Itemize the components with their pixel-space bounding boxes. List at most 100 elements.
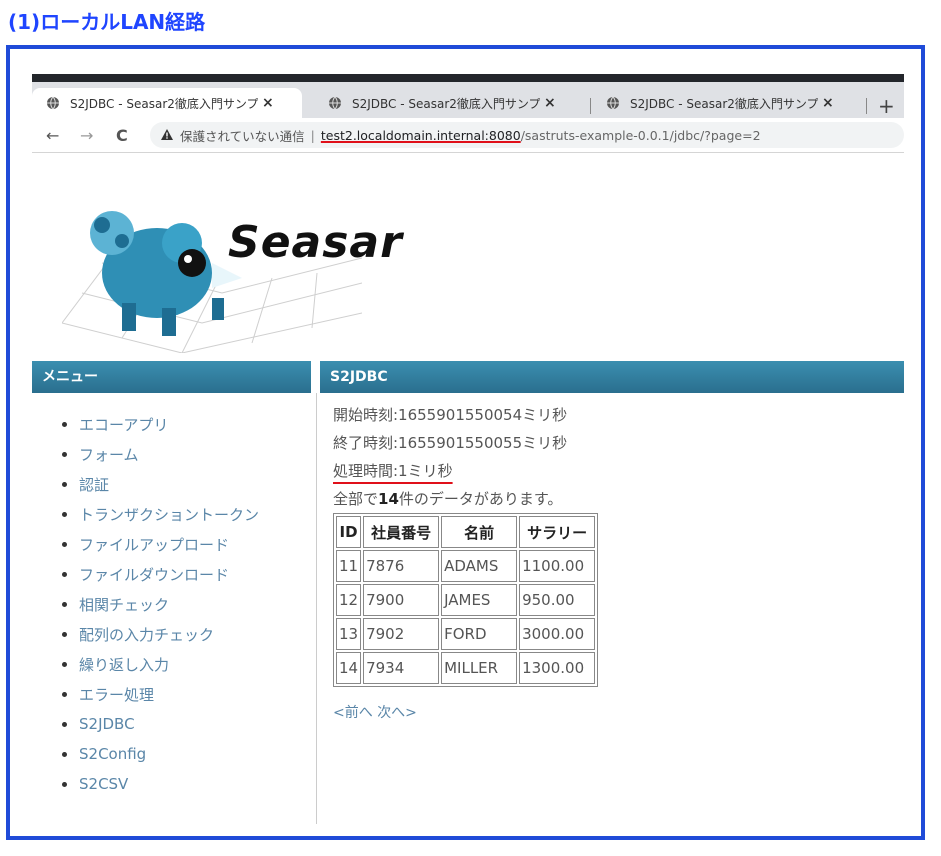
bullet-icon xyxy=(62,721,67,727)
table-cell: 11 xyxy=(336,550,362,582)
menu-link[interactable]: フォーム xyxy=(79,444,139,465)
record-count: 全部で14件のデータがあります。 xyxy=(333,485,567,513)
menu-item[interactable]: フォーム xyxy=(62,439,259,469)
tab-3[interactable]: S2JDBC - Seasar2徹底入門サンプル × xyxy=(592,88,862,118)
globe-icon xyxy=(47,96,59,110)
tab-title: S2JDBC - Seasar2徹底入門サンプル xyxy=(352,96,540,111)
logo-text: Seasar xyxy=(228,217,403,268)
elapsed-time: 処理時間:1ミリ秒 xyxy=(333,462,453,480)
bullet-icon xyxy=(62,571,67,577)
menu-link[interactable]: S2CSV xyxy=(79,775,128,793)
count-suffix: 件のデータがあります。 xyxy=(398,490,563,508)
tab-1[interactable]: S2JDBC - Seasar2徹底入門サンプル × xyxy=(32,88,302,118)
table-cell: 1300.00 xyxy=(519,652,596,684)
start-time: 開始時刻:1655901550054ミリ秒 xyxy=(333,406,568,424)
table-cell: 13 xyxy=(336,618,362,650)
menu-item[interactable]: 相関チェック xyxy=(62,589,259,619)
close-icon[interactable]: × xyxy=(822,95,834,111)
address-bar[interactable]: 保護されていない通信 | test2.localdomain.internal:… xyxy=(150,122,904,148)
bullet-icon xyxy=(62,421,67,427)
back-button[interactable]: ← xyxy=(46,126,59,145)
bullet-icon xyxy=(62,511,67,517)
column-header: サラリー xyxy=(519,516,596,548)
table-cell: 7876 xyxy=(363,550,440,582)
menu-item[interactable]: エラー処理 xyxy=(62,679,259,709)
content-header: S2JDBC xyxy=(320,361,904,393)
menu-item[interactable]: 配列の入力チェック xyxy=(62,619,259,649)
column-header: 名前 xyxy=(441,516,518,548)
tab-title: S2JDBC - Seasar2徹底入門サンプル xyxy=(70,96,258,111)
menu-link[interactable]: ファイルダウンロード xyxy=(79,564,229,585)
tab-title: S2JDBC - Seasar2徹底入門サンプル xyxy=(630,96,818,111)
table-cell: 7900 xyxy=(363,584,440,616)
menu-link[interactable]: 繰り返し入力 xyxy=(79,654,169,675)
new-tab-button[interactable]: + xyxy=(878,94,895,118)
menu-link[interactable]: 配列の入力チェック xyxy=(79,624,214,645)
table-cell: 7902 xyxy=(363,618,440,650)
sidebar-header: メニュー xyxy=(32,361,311,393)
menu-item[interactable]: トランザクショントークン xyxy=(62,499,259,529)
table-cell: FORD xyxy=(441,618,518,650)
tab-separator xyxy=(866,98,867,114)
table-header-row: ID 社員番号 名前 サラリー xyxy=(336,516,596,548)
table-cell: 3000.00 xyxy=(519,618,596,650)
close-icon[interactable]: × xyxy=(262,95,274,111)
warning-icon xyxy=(161,129,173,140)
browser-toolbar: ← → C 保護されていない通信 | test2.localdomain.int… xyxy=(32,118,904,153)
column-header: ID xyxy=(336,516,362,548)
tab-bar: S2JDBC - Seasar2徹底入門サンプル × S2JDBC - Seas… xyxy=(32,82,904,118)
prev-page-link[interactable]: <前へ xyxy=(333,705,373,721)
menu-item[interactable]: 認証 xyxy=(62,469,259,499)
address-separator: | xyxy=(310,127,315,143)
table-cell: JAMES xyxy=(441,584,518,616)
pagination: <前へ 次へ> xyxy=(333,702,417,722)
bullet-icon xyxy=(62,481,67,487)
menu-link[interactable]: 相関チェック xyxy=(79,594,169,615)
employee-table: ID 社員番号 名前 サラリー 11 7876 ADAMS 1100.00 12… xyxy=(333,513,599,687)
menu-link[interactable]: エコーアプリ xyxy=(79,414,168,435)
url-path: /sastruts-example-0.0.1/jdbc/?page=2 xyxy=(520,127,761,143)
menu-link[interactable]: エラー処理 xyxy=(79,684,154,705)
menu-item[interactable]: ファイルダウンロード xyxy=(62,559,259,589)
bullet-icon xyxy=(62,541,67,547)
close-icon[interactable]: × xyxy=(544,95,556,111)
window-titlebar xyxy=(32,74,904,82)
column-divider xyxy=(316,393,317,824)
menu-link[interactable]: S2Config xyxy=(79,745,146,763)
browser-window: S2JDBC - Seasar2徹底入門サンプル × S2JDBC - Seas… xyxy=(32,74,904,824)
menu-link[interactable]: S2JDBC xyxy=(79,715,135,733)
table-cell: 1100.00 xyxy=(519,550,596,582)
end-time: 終了時刻:1655901550055ミリ秒 xyxy=(333,434,568,452)
table-cell: 14 xyxy=(336,652,362,684)
bullet-icon xyxy=(62,781,67,787)
reload-button[interactable]: C xyxy=(116,126,128,145)
menu-item[interactable]: S2Config xyxy=(62,739,259,769)
tab-2[interactable]: S2JDBC - Seasar2徹底入門サンプル × xyxy=(314,88,584,118)
next-page-link[interactable]: 次へ> xyxy=(377,705,417,721)
table-cell: 950.00 xyxy=(519,584,596,616)
menu-item[interactable]: ファイルアップロード xyxy=(62,529,259,559)
insecure-label: 保護されていない通信 xyxy=(180,128,305,144)
forward-button[interactable]: → xyxy=(80,126,93,145)
menu-item[interactable]: S2CSV xyxy=(62,769,259,799)
table-cell: MILLER xyxy=(441,652,518,684)
menu-link[interactable]: 認証 xyxy=(79,474,109,495)
web-page: Seasar メニュー S2JDBC エコーアプリ フォーム 認証 トランザクシ… xyxy=(32,153,904,824)
menu-item[interactable]: エコーアプリ xyxy=(62,409,259,439)
menu-link[interactable]: ファイルアップロード xyxy=(79,534,229,555)
tab-separator xyxy=(590,98,591,114)
table-row: 12 7900 JAMES 950.00 xyxy=(336,584,596,616)
menu-item[interactable]: 繰り返し入力 xyxy=(62,649,259,679)
bullet-icon xyxy=(62,691,67,697)
table-cell: ADAMS xyxy=(441,550,518,582)
bullet-icon xyxy=(62,751,67,757)
bullet-icon xyxy=(62,661,67,667)
menu-link[interactable]: トランザクショントークン xyxy=(79,504,259,525)
globe-icon xyxy=(607,96,619,110)
table-cell: 7934 xyxy=(363,652,440,684)
globe-icon xyxy=(329,96,341,110)
bullet-icon xyxy=(62,451,67,457)
menu-item[interactable]: S2JDBC xyxy=(62,709,259,739)
url-host: test2.localdomain.internal:8080 xyxy=(320,127,521,143)
table-row: 11 7876 ADAMS 1100.00 xyxy=(336,550,596,582)
